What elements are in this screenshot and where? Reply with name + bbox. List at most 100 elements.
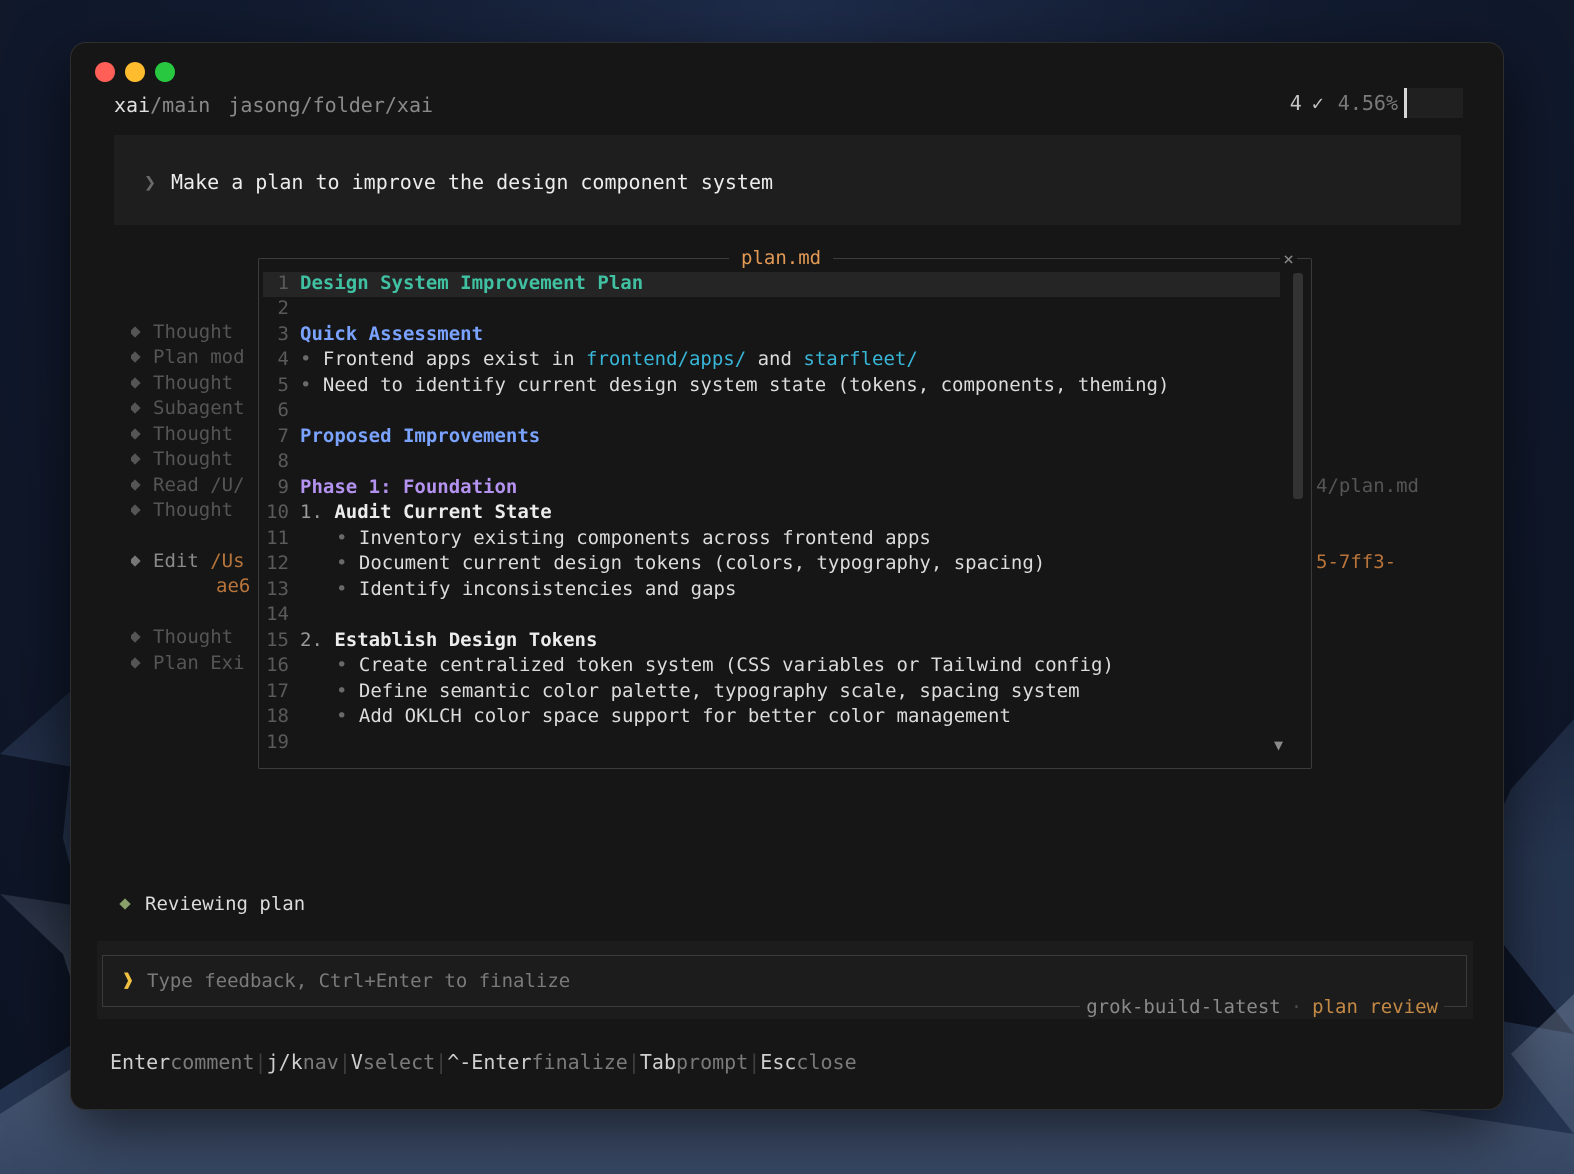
shortcut-separator: | [627, 1050, 640, 1074]
list-number: 1. [300, 501, 323, 523]
diamond-icon [131, 504, 141, 516]
terminal-window: xai/main jasong/folder/xai 4 ✓ 4.56% ❯ M… [70, 42, 1504, 1110]
line-number: 10 [266, 501, 289, 523]
bullet: • [336, 654, 348, 676]
phase-heading: Phase 1: Foundation [300, 476, 518, 498]
history-item-label: Read /U/ [153, 474, 245, 496]
check-icon: ✓ [1311, 91, 1324, 115]
plan-scrollbar[interactable] [1293, 273, 1303, 499]
shortcut-separator: | [338, 1050, 351, 1074]
shortcut-key: V [350, 1050, 363, 1074]
branch-name: /main [150, 93, 211, 117]
scroll-down-icon[interactable]: ▼ [1274, 736, 1283, 754]
plan-filename: plan.md [729, 247, 834, 269]
line-text: Add OKLCH color space support for better… [358, 705, 1011, 727]
shortcut-desc: finalize [531, 1050, 628, 1074]
diamond-icon [131, 402, 141, 414]
bullet: • [300, 374, 312, 396]
shortcut-key: Tab [639, 1050, 676, 1074]
line-number: 17 [266, 680, 289, 702]
bullet: • [300, 348, 312, 370]
status-line: Reviewing plan [119, 893, 306, 915]
mode-label: plan review [1312, 996, 1438, 1018]
diamond-icon [131, 351, 141, 363]
history-item[interactable]: Plan Exi [131, 652, 261, 674]
context-usage-percent: 4.56% [1337, 91, 1398, 115]
shortcut-key: j/k [266, 1050, 303, 1074]
history-item[interactable]: Thought [131, 372, 261, 394]
minimize-window-button[interactable] [125, 62, 145, 82]
diamond-icon [131, 657, 141, 669]
history-item-label: Thought [153, 448, 234, 470]
bullet: • [336, 578, 348, 600]
line-number: 12 [266, 552, 289, 574]
step-heading: Audit Current State [334, 501, 552, 523]
shortcut-desc: nav [302, 1050, 339, 1074]
section-heading: Quick Assessment [300, 323, 484, 345]
feedback-input-box[interactable]: ❱ grok-build-latest · plan review [102, 955, 1467, 1018]
path-link[interactable]: frontend/apps/ [586, 348, 746, 370]
line-text: Create centralized token system (CSS var… [358, 654, 1114, 676]
line-number: 1 [277, 272, 289, 294]
line-number: 9 [277, 476, 289, 498]
line-number: 13 [266, 578, 289, 600]
history-item[interactable]: Subagent [131, 397, 261, 419]
model-status: grok-build-latest · plan review [1080, 996, 1444, 1018]
history-item[interactable]: Thought [131, 499, 261, 521]
line-number: 14 [266, 603, 289, 625]
context-usage-meter [1407, 88, 1463, 118]
shortcut-desc: close [796, 1050, 857, 1074]
line-text: Frontend apps exist in [322, 348, 587, 370]
edit-file-path: /Us [210, 550, 245, 572]
line-text: and [746, 348, 804, 370]
line-number: 6 [277, 399, 289, 421]
session-stats: 4 ✓ 4.56% [1290, 88, 1463, 118]
shortcut-separator: | [748, 1050, 761, 1074]
history-item-label: Edit [153, 550, 211, 572]
user-prompt-block: ❯ Make a plan to improve the design comp… [114, 135, 1461, 225]
bullet: • [336, 552, 348, 574]
repo-name: xai [114, 93, 151, 117]
shortcut-desc: prompt [676, 1050, 749, 1074]
close-icon[interactable]: × [1280, 249, 1297, 270]
feedback-input[interactable] [145, 961, 1449, 1001]
history-item-label: Thought [153, 321, 234, 343]
step-heading: Establish Design Tokens [334, 629, 598, 651]
diamond-icon [131, 479, 141, 491]
diamond-icon [131, 555, 141, 567]
diamond-icon [131, 326, 141, 338]
shortcut-key: ^-Enter [447, 1050, 532, 1074]
line-number: 2 [277, 297, 289, 319]
history-item[interactable]: Read /U/ [131, 474, 261, 496]
diamond-icon [131, 377, 141, 389]
shortcut-separator: | [254, 1050, 267, 1074]
line-number: 5 [277, 374, 289, 396]
history-item-label: Subagent [153, 397, 245, 419]
history-item[interactable]: Thought [131, 448, 261, 470]
status-text: Reviewing plan [145, 893, 306, 915]
shortcut-desc: comment [170, 1050, 255, 1074]
plan-viewer-panel[interactable]: plan.md × 1 Design System Improvement Pla… [258, 247, 1312, 769]
list-number: 2. [300, 629, 323, 651]
line-number: 7 [277, 425, 289, 447]
history-item-edit[interactable]: Edit /Us [131, 550, 261, 572]
line-text: Identify inconsistencies and gaps [358, 578, 737, 600]
close-window-button[interactable] [95, 62, 115, 82]
diamond-icon [131, 428, 141, 440]
path-link[interactable]: starfleet/ [803, 348, 917, 370]
plan-title-heading: Design System Improvement Plan [300, 272, 644, 294]
history-item-label: Thought [153, 423, 234, 445]
edit-path-continuation: ae6 [216, 575, 251, 597]
bullet: • [336, 680, 348, 702]
shortcut-key: Enter [110, 1050, 171, 1074]
section-heading: Proposed Improvements [300, 425, 541, 447]
history-item-label: Thought [153, 626, 234, 648]
history-item[interactable]: Thought [131, 321, 261, 343]
history-item[interactable]: Thought [131, 423, 261, 445]
history-item[interactable]: Thought [131, 626, 261, 648]
session-header: xai/main jasong/folder/xai [114, 93, 433, 117]
line-text: Document current design tokens (colors, … [358, 552, 1046, 574]
history-item[interactable]: Plan mod [131, 346, 261, 368]
line-text: Need to identify current design system s… [322, 374, 1170, 396]
maximize-window-button[interactable] [155, 62, 175, 82]
